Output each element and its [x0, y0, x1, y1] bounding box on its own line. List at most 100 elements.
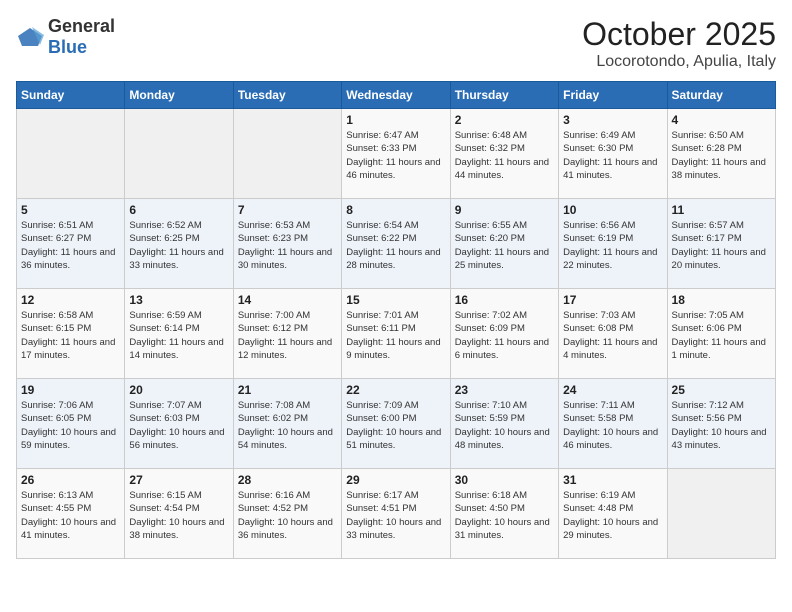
calendar-cell: 1 Sunrise: 6:47 AMSunset: 6:33 PMDaylight… [342, 109, 450, 199]
day-number: 11 [672, 203, 771, 217]
calendar-cell: 20Sunrise: 7:07 AMSunset: 6:03 PMDayligh… [125, 379, 233, 469]
calendar-cell: 14Sunrise: 7:00 AMSunset: 6:12 PMDayligh… [233, 289, 341, 379]
calendar-cell: 30 Sunrise: 6:18 AMSunset: 4:50 PMDayligh… [450, 469, 558, 559]
calendar-week-row: 26 Sunrise: 6:13 AMSunset: 4:55 PMDayligh… [17, 469, 776, 559]
day-number: 21 [238, 383, 337, 397]
day-number: 18 [672, 293, 771, 307]
day-number: 27 [129, 473, 228, 487]
day-info: Sunrise: 7:01 AMSunset: 6:11 PMDaylight:… [346, 309, 445, 362]
day-info: Sunrise: 7:02 AMSunset: 6:09 PMDaylight:… [455, 309, 554, 362]
day-info: Sunrise: 7:03 AMSunset: 6:08 PMDaylight:… [563, 309, 662, 362]
day-number: 22 [346, 383, 445, 397]
calendar-cell: 7Sunrise: 6:53 AMSunset: 6:23 PMDaylight… [233, 199, 341, 289]
day-info: Sunrise: 6:51 AMSunset: 6:27 PMDaylight:… [21, 219, 120, 272]
day-number: 23 [455, 383, 554, 397]
day-info: Sunrise: 6:48 AMSunset: 6:32 PMDaylight:… [455, 129, 554, 182]
calendar-cell: 6Sunrise: 6:52 AMSunset: 6:25 PMDaylight… [125, 199, 233, 289]
calendar-cell: 22 Sunrise: 7:09 AMSunset: 6:00 PMDayligh… [342, 379, 450, 469]
day-number: 6 [129, 203, 228, 217]
day-info: Sunrise: 7:05 AMSunset: 6:06 PMDaylight:… [672, 309, 771, 362]
calendar-cell: 13 Sunrise: 6:59 AMSunset: 6:14 PMDayligh… [125, 289, 233, 379]
day-number: 25 [672, 383, 771, 397]
day-info: Sunrise: 7:00 AMSunset: 6:12 PMDaylight:… [238, 309, 337, 362]
day-info: Sunrise: 6:17 AMSunset: 4:51 PMDaylight:… [346, 489, 445, 542]
day-number: 29 [346, 473, 445, 487]
day-number: 20 [129, 383, 228, 397]
day-info: Sunrise: 7:12 AMSunset: 5:56 PMDaylight:… [672, 399, 771, 452]
calendar-week-row: 19 Sunrise: 7:06 AMSunset: 6:05 PMDayligh… [17, 379, 776, 469]
calendar-cell: 12Sunrise: 6:58 AMSunset: 6:15 PMDayligh… [17, 289, 125, 379]
weekday-header-tuesday: Tuesday [233, 82, 341, 109]
day-number: 24 [563, 383, 662, 397]
calendar-cell: 2 Sunrise: 6:48 AMSunset: 6:32 PMDaylight… [450, 109, 558, 199]
calendar-cell: 4 Sunrise: 6:50 AMSunset: 6:28 PMDaylight… [667, 109, 775, 199]
day-info: Sunrise: 7:10 AMSunset: 5:59 PMDaylight:… [455, 399, 554, 452]
day-info: Sunrise: 6:16 AMSunset: 4:52 PMDaylight:… [238, 489, 337, 542]
day-number: 7 [238, 203, 337, 217]
day-info: Sunrise: 6:55 AMSunset: 6:20 PMDaylight:… [455, 219, 554, 272]
calendar-cell [125, 109, 233, 199]
calendar-cell [233, 109, 341, 199]
calendar-cell: 27 Sunrise: 6:15 AMSunset: 4:54 PMDayligh… [125, 469, 233, 559]
page-header: General Blue October 2025 Locorotondo, A… [16, 16, 776, 71]
day-info: Sunrise: 6:13 AMSunset: 4:55 PMDaylight:… [21, 489, 120, 542]
calendar-cell: 25 Sunrise: 7:12 AMSunset: 5:56 PMDayligh… [667, 379, 775, 469]
day-number: 10 [563, 203, 662, 217]
day-number: 30 [455, 473, 554, 487]
calendar-cell: 29 Sunrise: 6:17 AMSunset: 4:51 PMDayligh… [342, 469, 450, 559]
day-info: Sunrise: 6:15 AMSunset: 4:54 PMDaylight:… [129, 489, 228, 542]
calendar-cell: 26 Sunrise: 6:13 AMSunset: 4:55 PMDayligh… [17, 469, 125, 559]
day-number: 1 [346, 113, 445, 127]
day-number: 4 [672, 113, 771, 127]
day-number: 17 [563, 293, 662, 307]
calendar-cell: 15Sunrise: 7:01 AMSunset: 6:11 PMDayligh… [342, 289, 450, 379]
day-info: Sunrise: 6:59 AMSunset: 6:14 PMDaylight:… [129, 309, 228, 362]
logo-icon [16, 26, 44, 48]
weekday-header-row: SundayMondayTuesdayWednesdayThursdayFrid… [17, 82, 776, 109]
day-number: 26 [21, 473, 120, 487]
day-info: Sunrise: 6:54 AMSunset: 6:22 PMDaylight:… [346, 219, 445, 272]
weekday-header-saturday: Saturday [667, 82, 775, 109]
day-number: 8 [346, 203, 445, 217]
day-number: 9 [455, 203, 554, 217]
day-info: Sunrise: 7:09 AMSunset: 6:00 PMDaylight:… [346, 399, 445, 452]
day-number: 31 [563, 473, 662, 487]
day-info: Sunrise: 6:56 AMSunset: 6:19 PMDaylight:… [563, 219, 662, 272]
day-number: 3 [563, 113, 662, 127]
day-info: Sunrise: 7:08 AMSunset: 6:02 PMDaylight:… [238, 399, 337, 452]
day-info: Sunrise: 6:58 AMSunset: 6:15 PMDaylight:… [21, 309, 120, 362]
calendar-cell: 9 Sunrise: 6:55 AMSunset: 6:20 PMDaylight… [450, 199, 558, 289]
calendar-cell [667, 469, 775, 559]
title-block: October 2025 Locorotondo, Apulia, Italy [582, 16, 776, 71]
day-info: Sunrise: 7:11 AMSunset: 5:58 PMDaylight:… [563, 399, 662, 452]
weekday-header-sunday: Sunday [17, 82, 125, 109]
weekday-header-wednesday: Wednesday [342, 82, 450, 109]
calendar-cell: 16 Sunrise: 7:02 AMSunset: 6:09 PMDayligh… [450, 289, 558, 379]
logo-blue-text: Blue [48, 37, 87, 57]
calendar-title: October 2025 [582, 16, 776, 53]
calendar-cell: 19 Sunrise: 7:06 AMSunset: 6:05 PMDayligh… [17, 379, 125, 469]
calendar-cell: 18 Sunrise: 7:05 AMSunset: 6:06 PMDayligh… [667, 289, 775, 379]
day-number: 19 [21, 383, 120, 397]
day-number: 16 [455, 293, 554, 307]
calendar-table: SundayMondayTuesdayWednesdayThursdayFrid… [16, 81, 776, 559]
day-number: 2 [455, 113, 554, 127]
weekday-header-thursday: Thursday [450, 82, 558, 109]
calendar-cell: 5Sunrise: 6:51 AMSunset: 6:27 PMDaylight… [17, 199, 125, 289]
day-info: Sunrise: 7:06 AMSunset: 6:05 PMDaylight:… [21, 399, 120, 452]
logo: General Blue [16, 16, 115, 58]
calendar-cell: 8 Sunrise: 6:54 AMSunset: 6:22 PMDaylight… [342, 199, 450, 289]
logo-general-text: General [48, 16, 115, 36]
day-number: 13 [129, 293, 228, 307]
calendar-cell: 31 Sunrise: 6:19 AMSunset: 4:48 PMDayligh… [559, 469, 667, 559]
day-number: 28 [238, 473, 337, 487]
calendar-subtitle: Locorotondo, Apulia, Italy [582, 53, 776, 71]
day-info: Sunrise: 6:19 AMSunset: 4:48 PMDaylight:… [563, 489, 662, 542]
day-info: Sunrise: 6:18 AMSunset: 4:50 PMDaylight:… [455, 489, 554, 542]
calendar-cell: 17 Sunrise: 7:03 AMSunset: 6:08 PMDayligh… [559, 289, 667, 379]
day-info: Sunrise: 6:47 AMSunset: 6:33 PMDaylight:… [346, 129, 445, 182]
calendar-week-row: 5Sunrise: 6:51 AMSunset: 6:27 PMDaylight… [17, 199, 776, 289]
day-info: Sunrise: 6:49 AMSunset: 6:30 PMDaylight:… [563, 129, 662, 182]
day-info: Sunrise: 6:50 AMSunset: 6:28 PMDaylight:… [672, 129, 771, 182]
calendar-week-row: 12Sunrise: 6:58 AMSunset: 6:15 PMDayligh… [17, 289, 776, 379]
